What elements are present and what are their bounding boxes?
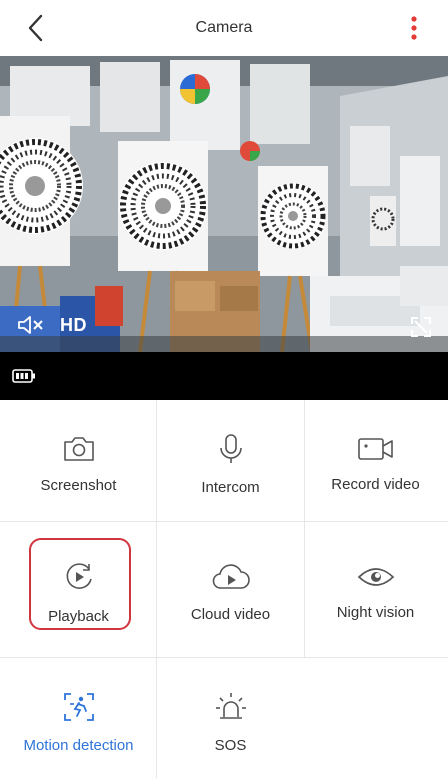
video-camera-icon bbox=[357, 437, 393, 460]
camera-video-preview[interactable]: HD bbox=[0, 56, 448, 352]
page-title: Camera bbox=[195, 19, 253, 36]
screenshot-label: Screenshot bbox=[40, 476, 117, 494]
quality-toggle[interactable]: HD bbox=[60, 315, 87, 336]
speaker-muted-icon bbox=[18, 316, 43, 334]
fullscreen-icon bbox=[411, 317, 431, 337]
sos-button[interactable]: SOS bbox=[156, 672, 305, 772]
record-video-button[interactable]: Record video bbox=[301, 414, 448, 514]
cloud-play-icon bbox=[212, 563, 250, 589]
screenshot-button[interactable]: Screenshot bbox=[4, 414, 153, 514]
camera-screen: Camera HD Screenshot Intercom Record vid… bbox=[0, 0, 448, 778]
grid-divider bbox=[0, 657, 448, 658]
night-vision-button[interactable]: Night vision bbox=[301, 542, 448, 642]
motion-detection-label: Motion detection bbox=[23, 736, 134, 754]
intercom-button[interactable]: Intercom bbox=[156, 414, 305, 514]
alarm-icon bbox=[215, 692, 246, 719]
video-overlay-controls: HD bbox=[16, 314, 87, 336]
microphone-icon bbox=[219, 433, 242, 463]
night-vision-label: Night vision bbox=[336, 603, 415, 621]
sos-label: SOS bbox=[214, 736, 247, 754]
battery-icon bbox=[12, 369, 36, 388]
mute-toggle[interactable] bbox=[16, 314, 46, 336]
top-bar: Camera bbox=[0, 0, 448, 56]
chevron-left-icon bbox=[28, 14, 43, 42]
video-status-strip bbox=[0, 352, 448, 400]
motion-detection-button[interactable]: Motion detection bbox=[4, 672, 153, 772]
cloud-video-label: Cloud video bbox=[190, 605, 271, 623]
grid-divider bbox=[0, 521, 448, 522]
camera-icon bbox=[63, 436, 94, 461]
back-button[interactable] bbox=[20, 12, 52, 44]
record-video-label: Record video bbox=[331, 475, 420, 493]
intercom-label: Intercom bbox=[201, 478, 260, 496]
fullscreen-button[interactable] bbox=[408, 314, 434, 340]
motion-icon bbox=[63, 692, 94, 721]
playback-highlight-outline bbox=[29, 538, 131, 630]
camera-feed-image bbox=[0, 56, 448, 352]
vertical-dots-icon bbox=[411, 16, 417, 40]
cloud-video-button[interactable]: Cloud video bbox=[156, 542, 305, 642]
more-options-button[interactable] bbox=[402, 12, 426, 44]
eye-icon bbox=[357, 567, 394, 586]
